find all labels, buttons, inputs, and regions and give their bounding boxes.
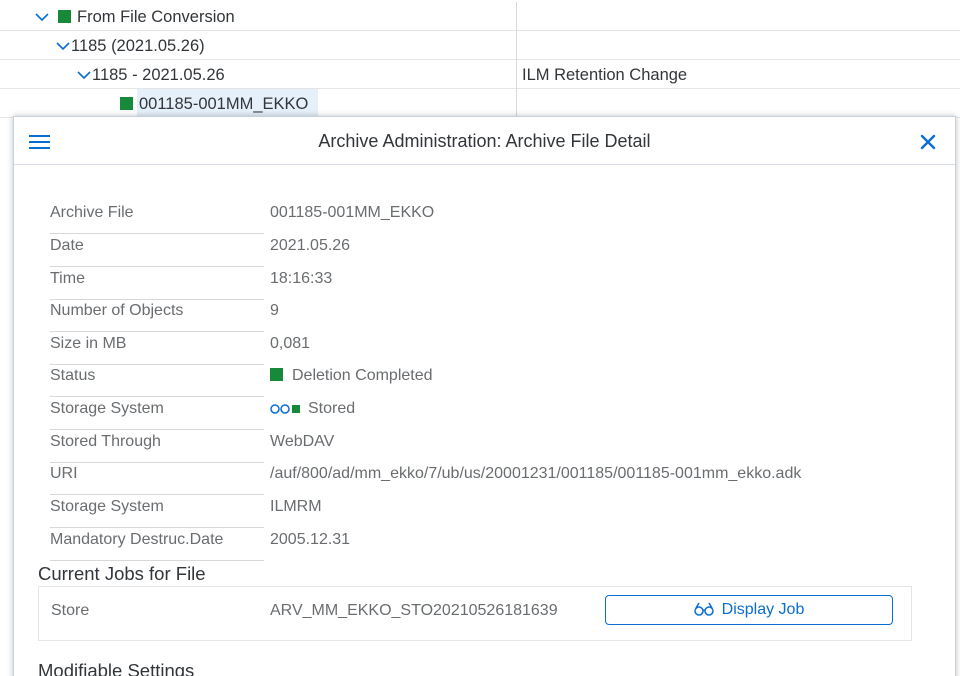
- field-value-status: Deletion Completed: [270, 367, 433, 385]
- field-label: Size in MB: [50, 332, 264, 365]
- tree-node-label[interactable]: From File Conversion: [77, 8, 235, 27]
- field-stored-through: Stored Through WebDAV: [50, 430, 930, 463]
- job-name: ARV_MM_EKKO_STO20210526181639: [270, 602, 558, 619]
- field-label: Time: [50, 267, 264, 300]
- field-label: Stored Through: [50, 430, 264, 463]
- status-icon: [58, 10, 71, 23]
- field-label: Number of Objects: [50, 299, 264, 332]
- field-storage-system-2: Storage System ILMRM: [50, 495, 930, 528]
- field-label: Date: [50, 234, 264, 267]
- display-job-label: Display Job: [721, 601, 805, 618]
- field-value: /auf/800/ad/mm_ekko/7/ub/us/20001231/001…: [270, 465, 802, 482]
- field-label: Archive File: [50, 201, 264, 234]
- status-icon: [120, 97, 133, 110]
- field-archive-file: Archive File 001185-001MM_EKKO: [50, 201, 930, 234]
- tree-row-description: ILM Retention Change: [522, 66, 688, 84]
- tree-row[interactable]: From File Conversion: [0, 2, 960, 31]
- field-value-storage: Stored: [270, 400, 355, 418]
- field-time: Time 18:16:33: [50, 267, 930, 300]
- field-date: Date 2021.05.26: [50, 234, 930, 267]
- job-label: Store: [51, 602, 90, 619]
- dialog-title: Archive Administration: Archive File Det…: [318, 131, 651, 151]
- field-value: 2021.05.26: [270, 237, 351, 254]
- tree-row-selected[interactable]: 001185-001MM_EKKO: [0, 89, 960, 118]
- chevron-down-icon[interactable]: [77, 69, 91, 81]
- field-value: 18:16:33: [270, 270, 333, 287]
- tree-row[interactable]: 1185 - 2021.05.26 ILM Retention Change: [0, 60, 960, 89]
- current-jobs-panel: Store ARV_MM_EKKO_STO20210526181639 Disp…: [38, 586, 912, 641]
- chevron-down-icon[interactable]: [56, 40, 70, 52]
- section-title-current-jobs: Current Jobs for File: [38, 563, 206, 584]
- display-job-button[interactable]: Display Job: [605, 595, 893, 625]
- close-icon[interactable]: [920, 134, 936, 150]
- archive-tree: From File Conversion 1185 (2021.05.26) 1…: [0, 0, 960, 118]
- field-size: Size in MB 0,081: [50, 332, 930, 365]
- storage-status-icon: [270, 404, 300, 414]
- field-label: Storage System: [50, 495, 264, 528]
- field-value: ILMRM: [270, 498, 322, 515]
- field-value: 2005.12.31: [270, 531, 351, 548]
- archive-file-detail-dialog: Archive Administration: Archive File Det…: [13, 116, 956, 676]
- dialog-header: Archive Administration: Archive File Det…: [14, 117, 955, 165]
- tree-node-label[interactable]: 1185 - 2021.05.26: [92, 66, 225, 85]
- tree-row[interactable]: 1185 (2021.05.26): [0, 31, 960, 60]
- status-text: Deletion Completed: [292, 367, 433, 384]
- glasses-icon: [693, 602, 714, 616]
- storage-text: Stored: [308, 400, 356, 417]
- field-value: 0,081: [270, 335, 311, 352]
- tree-node-label[interactable]: 001185-001MM_EKKO: [139, 95, 308, 114]
- field-label: Storage System: [50, 397, 264, 430]
- field-value: 001185-001MM_EKKO: [270, 204, 435, 221]
- field-number-of-objects: Number of Objects 9: [50, 299, 930, 332]
- field-label: URI: [50, 462, 264, 495]
- field-storage-system: Storage System Stored: [50, 397, 930, 430]
- field-label: Mandatory Destruc.Date: [50, 528, 264, 561]
- field-status: Status Deletion Completed: [50, 364, 930, 397]
- field-value: 9: [270, 302, 279, 319]
- chevron-down-icon[interactable]: [35, 11, 49, 23]
- status-success-icon: [270, 368, 283, 381]
- tree-node-label[interactable]: 1185 (2021.05.26): [71, 37, 205, 56]
- field-uri: URI /auf/800/ad/mm_ekko/7/ub/us/20001231…: [50, 462, 930, 495]
- field-mandatory-destruction-date: Mandatory Destruc.Date 2005.12.31: [50, 528, 930, 561]
- section-title-modifiable-settings: Modifiable Settings: [38, 660, 195, 676]
- field-value: WebDAV: [270, 433, 335, 450]
- field-label: Status: [50, 364, 264, 397]
